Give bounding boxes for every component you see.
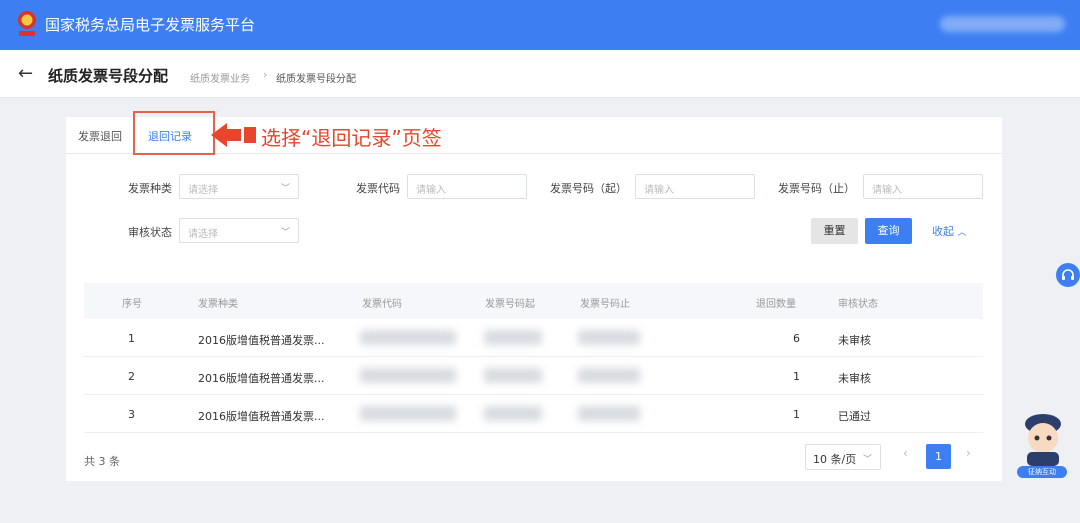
top-bar: 国家税务总局电子发票服务平台	[0, 0, 1080, 50]
tab-invoice-return[interactable]: 发票退回	[78, 128, 122, 144]
invoice-code-input[interactable]: 请输入	[407, 174, 527, 199]
invoice-type-select[interactable]: 请选择 ﹀	[179, 174, 299, 199]
cell-no: 3	[128, 408, 135, 421]
column-header: 退回数量	[756, 299, 796, 310]
cell-invoice-type: 2016版增值税普通发票...	[198, 410, 325, 423]
blurred-number-end	[578, 330, 640, 345]
blurred-invoice-code	[360, 330, 456, 345]
column-header: 发票种类	[198, 299, 238, 310]
cell-quantity: 1	[793, 370, 800, 383]
blurred-invoice-code	[360, 406, 456, 421]
page-size-select[interactable]: 10 条/页 ﹀	[805, 444, 881, 470]
page-size-value: 10 条/页	[813, 453, 857, 466]
breadcrumb-item[interactable]: 纸质发票业务	[190, 70, 250, 85]
assistant-label[interactable]: 征纳互动	[1017, 466, 1067, 478]
breadcrumb-separator: ›	[263, 68, 268, 81]
invoice-type-placeholder: 请选择	[188, 185, 218, 196]
reset-button[interactable]: 重置	[811, 218, 858, 244]
page-title: 纸质发票号段分配	[48, 67, 169, 85]
filter-label-invoice-type: 发票种类	[128, 182, 172, 195]
breadcrumb-current: 纸质发票号段分配	[276, 74, 356, 85]
tax-emblem-icon	[18, 11, 36, 36]
annotation-text: 选择“退回记录”页签	[261, 126, 442, 150]
collapse-toggle[interactable]: 收起 ︿	[932, 223, 967, 239]
app-title: 国家税务总局电子发票服务平台	[45, 16, 256, 34]
blurred-number-start	[484, 368, 542, 383]
chevron-up-icon: ︿	[957, 228, 967, 238]
user-info-blurred[interactable]	[940, 16, 1065, 32]
chevron-down-icon: ﹀	[280, 184, 290, 194]
page-header: ← 纸质发票号段分配 纸质发票业务 › 纸质发票号段分配	[0, 50, 1080, 98]
prev-page-button[interactable]: ‹	[903, 446, 908, 460]
page-number-button[interactable]: 1	[926, 444, 951, 469]
cell-quantity: 6	[793, 332, 800, 345]
table-row[interactable]: 3 2016版增值税普通发票... 1 已通过	[84, 395, 983, 433]
collapse-label: 收起	[932, 225, 954, 238]
table-header: 序号 发票种类 发票代码 发票号码起 发票号码止 退回数量 审核状态	[84, 283, 983, 319]
column-header: 序号	[122, 299, 142, 310]
back-arrow-icon[interactable]: ←	[18, 63, 33, 84]
blurred-number-end	[578, 406, 640, 421]
column-header: 发票号码起	[485, 299, 535, 310]
cell-status: 已通过	[838, 410, 871, 423]
chevron-down-icon: ﹀	[862, 455, 872, 465]
number-start-input[interactable]: 请输入	[635, 174, 755, 199]
query-button[interactable]: 查询	[865, 218, 912, 244]
blurred-number-start	[484, 406, 542, 421]
review-status-select[interactable]: 请选择 ﹀	[179, 218, 299, 243]
column-header: 审核状态	[838, 299, 878, 310]
cell-status: 未审核	[838, 334, 871, 347]
next-page-button[interactable]: ›	[966, 446, 971, 460]
cell-no: 2	[128, 370, 135, 383]
tab-highlight-box	[133, 111, 215, 155]
content-card: 发票退回 退回记录 发票种类 请选择 ﹀ 发票代码 请输入 发票号码（起） 请输…	[66, 111, 1002, 481]
chevron-down-icon: ﹀	[280, 228, 290, 238]
cell-no: 1	[128, 332, 135, 345]
filter-label-review-status: 审核状态	[128, 226, 172, 239]
blurred-number-start	[484, 330, 542, 345]
review-status-placeholder: 请选择	[188, 229, 218, 240]
cell-invoice-type: 2016版增值税普通发票...	[198, 372, 325, 385]
total-count: 共 3 条	[84, 455, 120, 468]
cell-invoice-type: 2016版增值税普通发票...	[198, 334, 325, 347]
table-row[interactable]: 2 2016版增值税普通发票... 1 未审核	[84, 357, 983, 395]
filter-label-number-start: 发票号码（起）	[550, 182, 627, 195]
column-header: 发票号码止	[580, 299, 630, 310]
table-row[interactable]: 1 2016版增值税普通发票... 6 未审核	[84, 319, 983, 357]
headset-icon[interactable]	[1056, 263, 1080, 287]
annotation-arrow-icon	[211, 123, 256, 147]
filter-label-number-end: 发票号码（止）	[778, 182, 855, 195]
blurred-number-end	[578, 368, 640, 383]
cell-quantity: 1	[793, 408, 800, 421]
filter-label-invoice-code: 发票代码	[356, 182, 400, 195]
column-header: 发票代码	[362, 299, 402, 310]
blurred-invoice-code	[360, 368, 456, 383]
cell-status: 未审核	[838, 372, 871, 385]
number-end-input[interactable]: 请输入	[863, 174, 983, 199]
tab-bar: 发票退回 退回记录	[66, 111, 1002, 155]
